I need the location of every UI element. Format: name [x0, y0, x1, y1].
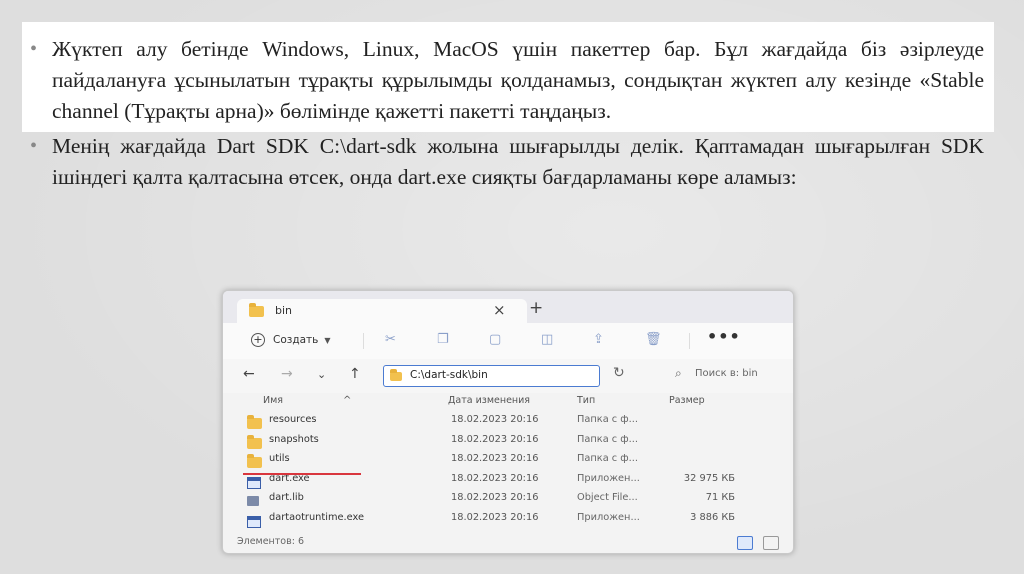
- bullet-item: • Жүктеп алу бетінде Windows, Linux, Mac…: [30, 34, 984, 127]
- column-header-row: ^ Имя Дата изменения Тип Размер: [223, 393, 793, 411]
- table-row[interactable]: snapshots 18.02.2023 20:16 Папка с ф...: [223, 431, 793, 451]
- file-size: 71 КБ: [705, 492, 735, 503]
- status-bar: Элементов: 6: [223, 533, 793, 553]
- close-icon[interactable]: ×: [493, 301, 506, 319]
- forward-arrow-icon[interactable]: →: [281, 366, 293, 382]
- divider: [363, 333, 364, 349]
- file-name: resources: [269, 414, 317, 425]
- file-date: 18.02.2023 20:16: [451, 472, 539, 484]
- address-bar[interactable]: C:\dart-sdk\bin: [383, 365, 600, 387]
- table-row[interactable]: dart.exe 18.02.2023 20:16 Приложен... 32…: [223, 470, 793, 490]
- refresh-icon[interactable]: ↻: [613, 365, 625, 381]
- search-icon: ⌕: [675, 366, 682, 380]
- new-tab-button[interactable]: +: [529, 298, 543, 318]
- bullet-dot-icon: •: [30, 38, 38, 60]
- tiles-view-icon[interactable]: [763, 536, 779, 550]
- create-label: Создать: [273, 334, 319, 346]
- tab-label: bin: [275, 304, 293, 317]
- folder-icon: [390, 369, 402, 381]
- divider: [689, 333, 690, 349]
- file-name: dartaotruntime.exe: [269, 511, 365, 523]
- table-row[interactable]: resources 18.02.2023 20:16 Папка с ф...: [223, 411, 793, 431]
- table-row[interactable]: utils 18.02.2023 20:16 Папка с ф...: [223, 450, 793, 470]
- file-type: Папка с ф...: [577, 453, 639, 464]
- bullet-text: Менің жағдайда Dart SDK C:\dart-sdk жолы…: [52, 134, 984, 189]
- delete-icon[interactable]: 🗑: [645, 332, 662, 347]
- plus-icon: +: [251, 333, 265, 347]
- bullet-dot-icon: •: [30, 135, 38, 157]
- column-header-date[interactable]: Дата изменения: [448, 395, 530, 406]
- file-name: dart.lib: [269, 492, 304, 503]
- copy-icon[interactable]: ❐: [437, 332, 449, 347]
- item-count: Элементов: 6: [237, 536, 304, 547]
- cut-icon[interactable]: ✂: [385, 332, 396, 347]
- file-type: Object File...: [577, 492, 638, 503]
- more-icon[interactable]: •••: [707, 327, 741, 346]
- column-header-name[interactable]: Имя: [263, 395, 283, 406]
- chevron-down-icon[interactable]: ⌄: [317, 368, 326, 381]
- bullet-item: • Менің жағдайда Dart SDK C:\dart-sdk жо…: [30, 131, 984, 193]
- tab-bar: bin × +: [223, 291, 793, 323]
- file-explorer-window: bin × + + Создать ▼ ✂ ❐ ▢ ◫ ⇪ 🗑 ••• ← → …: [222, 290, 794, 554]
- chevron-down-icon: ▼: [324, 335, 331, 345]
- file-name: snapshots: [269, 433, 319, 445]
- file-size: 32 975 КБ: [683, 472, 735, 484]
- file-date: 18.02.2023 20:16: [451, 433, 539, 445]
- file-size: 3 886 КБ: [690, 511, 735, 523]
- table-row[interactable]: dartaotruntime.exe 18.02.2023 20:16 Прил…: [223, 509, 793, 529]
- search-box[interactable]: ⌕ Поиск в: bin: [663, 365, 783, 385]
- file-type: Папка с ф...: [577, 414, 639, 425]
- details-view-icon[interactable]: [737, 536, 753, 550]
- file-date: 18.02.2023 20:16: [451, 453, 539, 464]
- table-row[interactable]: dart.lib 18.02.2023 20:16 Object File...…: [223, 489, 793, 509]
- navigation-bar: ← → ⌄ ↑ C:\dart-sdk\bin ↻ ⌕ Поиск в: bin: [223, 359, 793, 393]
- rename-icon[interactable]: ◫: [541, 332, 553, 347]
- search-input[interactable]: Поиск в: bin: [695, 368, 758, 379]
- sort-up-icon: ^: [343, 395, 352, 406]
- file-type: Приложен...: [577, 472, 640, 484]
- file-type: Папка с ф...: [577, 433, 639, 445]
- back-arrow-icon[interactable]: ←: [243, 366, 255, 382]
- up-arrow-icon[interactable]: ↑: [349, 366, 361, 382]
- file-date: 18.02.2023 20:16: [451, 492, 539, 503]
- file-date: 18.02.2023 20:16: [451, 511, 539, 523]
- file-list: resources 18.02.2023 20:16 Папка с ф... …: [223, 411, 793, 528]
- bullet-text: Жүктеп алу бетінде Windows, Linux, MacOS…: [52, 37, 984, 123]
- file-name: utils: [269, 453, 290, 464]
- slide-text: • Жүктеп алу бетінде Windows, Linux, Mac…: [30, 34, 984, 197]
- paste-icon[interactable]: ▢: [489, 332, 501, 347]
- red-underline: [243, 472, 361, 475]
- file-date: 18.02.2023 20:16: [451, 414, 539, 425]
- column-header-size[interactable]: Размер: [669, 395, 705, 406]
- file-type: Приложен...: [577, 511, 640, 523]
- create-button[interactable]: + Создать ▼: [251, 333, 331, 347]
- address-input[interactable]: C:\dart-sdk\bin: [410, 369, 488, 381]
- command-bar: + Создать ▼ ✂ ❐ ▢ ◫ ⇪ 🗑 •••: [223, 323, 793, 360]
- column-header-type[interactable]: Тип: [577, 395, 595, 406]
- tab-bin[interactable]: bin ×: [237, 299, 527, 323]
- folder-icon: [249, 303, 264, 317]
- share-icon[interactable]: ⇪: [593, 332, 604, 347]
